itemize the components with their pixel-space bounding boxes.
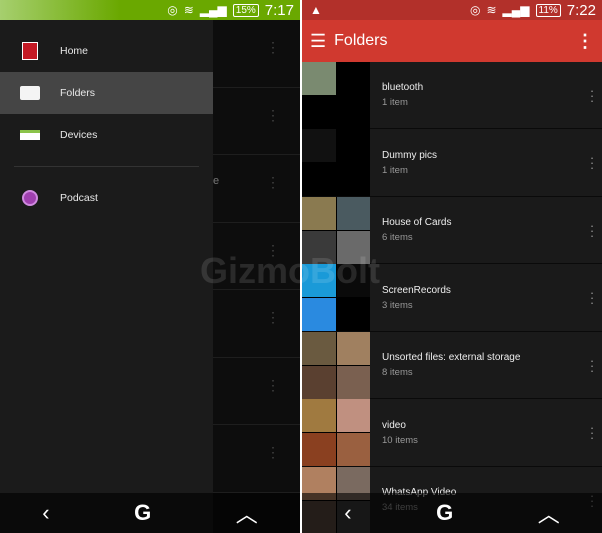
podcast-icon: [22, 190, 38, 206]
battery-indicator: 11%: [535, 3, 561, 17]
navigation-drawer: Home Folders Devices Podcast: [0, 20, 213, 533]
behind-text: e: [213, 175, 220, 187]
signal-icon: ▂▄▆: [199, 3, 227, 17]
folder-count: 10 items: [382, 434, 418, 446]
drawer-item-podcast[interactable]: Podcast: [0, 177, 213, 219]
drawer-item-label: Devices: [60, 129, 98, 141]
more-options-icon[interactable]: ···: [582, 421, 602, 444]
menu-icon[interactable]: ☰: [310, 31, 326, 52]
home-icon: [22, 42, 38, 60]
more-options-icon[interactable]: ···: [582, 219, 602, 242]
folder-count: 1 item: [382, 164, 408, 176]
drawer-item-home[interactable]: Home: [0, 30, 213, 72]
folder-count: 8 items: [382, 367, 413, 378]
more-options-icon[interactable]: ···: [582, 354, 602, 377]
up-button[interactable]: ︿: [236, 497, 258, 529]
folder-count: 1 item: [382, 97, 408, 108]
home-logo-icon[interactable]: G: [134, 500, 151, 526]
folder-icon: [20, 86, 40, 100]
system-nav-bar: ‹ G ︿: [302, 493, 602, 533]
devices-icon: [20, 130, 40, 140]
overflow-menu-icon[interactable]: ⋮: [576, 31, 594, 52]
folder-name: bluetooth: [382, 82, 424, 93]
folder-thumbnail: [302, 331, 370, 399]
drive-icon: ▲: [310, 3, 322, 17]
clock: 7:22: [566, 1, 596, 19]
status-bar: ◎ ≋ ▂▄▆ 15% 7:17: [0, 0, 300, 20]
up-button[interactable]: ︿: [538, 497, 560, 529]
home-logo-icon[interactable]: G: [436, 500, 453, 526]
more-options-icon[interactable]: ···: [582, 84, 602, 107]
status-bar: ▲ ◎ ≋ ▂▄▆ 11% 7:22: [302, 0, 602, 20]
signal-icon: ▂▄▆: [502, 3, 530, 17]
folder-thumbnail: [302, 129, 370, 196]
page-title: Folders: [334, 32, 388, 49]
drawer-item-devices[interactable]: Devices: [0, 114, 213, 156]
folder-row[interactable]: bluetooth 1 item · · ·: [302, 61, 602, 129]
toolbar: ☰ Folders ⋮: [302, 20, 602, 62]
folder-row[interactable]: Unsorted files: external storage 8 items ·…: [302, 331, 602, 399]
drawer-item-label: Folders: [60, 87, 96, 99]
folder-name: Dummy pics: [382, 149, 438, 161]
battery-indicator: 15%: [232, 3, 259, 17]
more-options-icon[interactable]: ···: [582, 151, 602, 174]
drawer-item-label: Home: [60, 45, 89, 57]
back-button[interactable]: ‹: [344, 500, 351, 526]
watermark: GizmoBolt: [200, 250, 380, 291]
more-options-icon[interactable]: ···: [582, 286, 602, 309]
drawer-item-folders[interactable]: Folders: [0, 72, 213, 114]
folder-name: ScreenRecords: [382, 284, 451, 296]
back-button[interactable]: ‹: [42, 500, 49, 526]
alarm-icon: ◎: [470, 3, 481, 17]
folder-thumbnail: [302, 61, 370, 129]
folder-count: 6 items: [382, 232, 413, 243]
folder-row[interactable]: Dummy pics 1 item · · ·: [302, 129, 602, 197]
wifi-icon: ≋: [183, 3, 194, 17]
drawer-item-label: Podcast: [60, 192, 98, 204]
folder-name: Unsorted files: external storage: [382, 352, 521, 363]
folder-count: 3 items: [382, 299, 413, 311]
wifi-icon: ≋: [486, 3, 497, 17]
folder-thumbnail: [302, 399, 370, 466]
folder-row[interactable]: video 10 items · · ·: [302, 399, 602, 467]
divider: [14, 166, 199, 167]
clock: 7:17: [264, 1, 294, 19]
alarm-icon: ◎: [167, 3, 178, 17]
folder-name: House of Cards: [382, 217, 452, 228]
system-nav-bar: ‹ G ︿: [0, 493, 300, 533]
folder-name: video: [382, 419, 406, 431]
